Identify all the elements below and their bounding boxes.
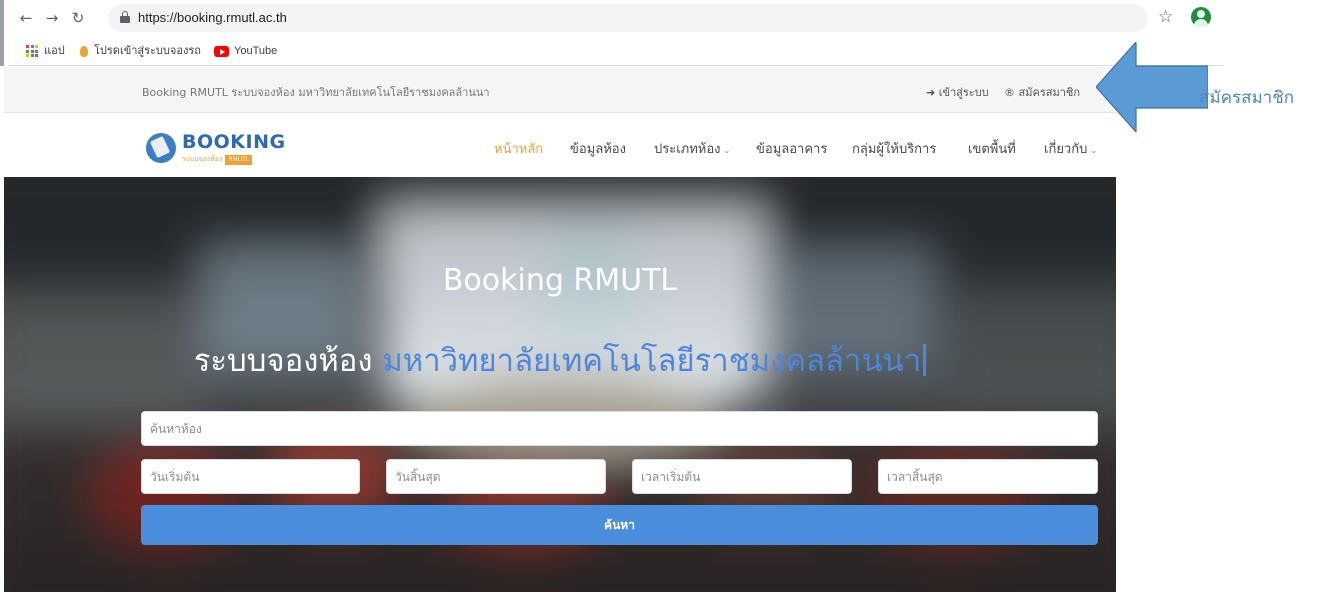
reload-icon[interactable]: ↻	[68, 8, 88, 28]
nav-room-info[interactable]: ข้อมูลห้อง	[570, 138, 626, 159]
site-tagline: Booking RMUTL ระบบจองห้อง มหาวิทยาลัยเทค…	[142, 86, 490, 99]
nav-zones[interactable]: เขตพื้นที่	[968, 138, 1016, 159]
annotation-label: สมัครสมาชิก	[1199, 88, 1295, 108]
hero-title: Booking RMUTL	[442, 263, 678, 298]
bookmarks-bar: แอป โปรดเข้าสู่ระบบจองรถ YouTube	[8, 36, 1224, 66]
bookmark-car-booking[interactable]: โปรดเข้าสู่ระบบจองรถ	[80, 43, 201, 59]
nav-room-type[interactable]: ประเภทห้อง ⌄	[654, 138, 730, 159]
hero-subtitle-blue: มหาวิทยาลัยเทคโนโลยีราชมงคลล้านนา	[382, 343, 922, 379]
bookmark-car-booking-label: โปรดเข้าสู่ระบบจองรถ	[94, 45, 201, 57]
bookmark-youtube[interactable]: YouTube	[214, 43, 277, 59]
nav-room-type-label: ประเภทห้อง	[654, 142, 721, 157]
site-header: BOOKING ระบบจองห้อง RMUTL หน้าหลัก ข้อมูล…	[4, 113, 1116, 177]
site-topbar: Booking RMUTL ระบบจองห้อง มหาวิทยาลัยเทค…	[4, 67, 1116, 113]
nav-building-info[interactable]: ข้อมูลอาคาร	[756, 138, 827, 159]
profile-avatar-icon[interactable]	[1191, 7, 1211, 27]
end-time-input[interactable]	[878, 459, 1098, 494]
nav-about[interactable]: เกี่ยวกับ ⌄	[1044, 138, 1097, 159]
logo-tag-icon	[146, 133, 176, 163]
start-time-input[interactable]	[632, 459, 852, 494]
flame-icon	[80, 45, 88, 57]
bookmark-apps[interactable]: แอป	[44, 43, 65, 59]
start-date-input[interactable]	[141, 459, 360, 494]
login-link[interactable]: ➜ เข้าสู่ระบบ	[926, 83, 989, 101]
nav-providers[interactable]: กลุ่มผู้ให้บริการ	[852, 138, 936, 159]
apps-icon[interactable]	[26, 45, 38, 57]
browser-chrome: ← → ↻ https://booking.rmutl.ac.th ☆ แอป …	[0, 0, 1224, 66]
hero-section: Booking RMUTL ระบบจองห้อง มหาวิทยาลัยเทค…	[4, 177, 1116, 592]
browser-toolbar: ← → ↻ https://booking.rmutl.ac.th ☆	[8, 0, 1224, 36]
nav-home[interactable]: หน้าหลัก	[494, 138, 543, 159]
bookmark-star-icon[interactable]: ☆	[1158, 7, 1173, 27]
typing-cursor	[923, 344, 927, 376]
back-icon[interactable]: ←	[16, 8, 36, 28]
search-button[interactable]: ค้นหา	[141, 505, 1098, 545]
chevron-down-icon: ⌄	[1090, 146, 1098, 155]
logo-subtitle-text: ระบบจองห้อง	[182, 155, 223, 163]
end-date-input[interactable]	[386, 459, 606, 494]
forward-icon[interactable]: →	[42, 8, 62, 28]
site-logo[interactable]: BOOKING ระบบจองห้อง RMUTL	[146, 131, 286, 167]
address-bar[interactable]: https://booking.rmutl.ac.th	[108, 4, 1148, 32]
logo-subtitle: ระบบจองห้อง RMUTL	[182, 154, 253, 165]
chevron-down-icon: ⌄	[723, 146, 731, 155]
logo-badge: RMUTL	[225, 155, 253, 165]
nav-about-label: เกี่ยวกับ	[1044, 142, 1088, 157]
annotation-arrow-icon	[1096, 42, 1208, 132]
bookmark-youtube-label: YouTube	[234, 45, 278, 57]
logo-title: BOOKING	[182, 131, 286, 153]
address-url[interactable]: https://booking.rmutl.ac.th	[138, 10, 287, 25]
room-search-input[interactable]	[141, 411, 1098, 446]
register-link[interactable]: ® สมัครสมาชิก	[1004, 83, 1080, 101]
lock-icon	[120, 11, 130, 23]
hero-subtitle: ระบบจองห้อง มหาวิทยาลัยเทคโนโลยีราชมงคลล…	[4, 335, 1116, 385]
youtube-icon	[214, 45, 229, 57]
hero-subtitle-white: ระบบจองห้อง	[193, 343, 373, 379]
